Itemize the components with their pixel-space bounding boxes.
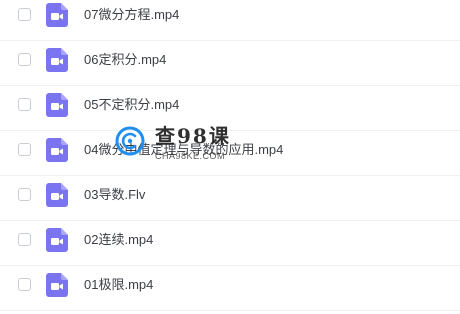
- video-file-icon: [46, 3, 68, 27]
- file-name[interactable]: 01极限.mp4: [84, 277, 153, 293]
- list-item[interactable]: 05不定积分.mp4: [0, 86, 460, 131]
- video-file-icon: [46, 93, 68, 117]
- list-item[interactable]: 06定积分.mp4: [0, 41, 460, 86]
- video-file-icon: [46, 228, 68, 252]
- select-checkbox[interactable]: [18, 53, 31, 66]
- select-checkbox[interactable]: [18, 98, 31, 111]
- file-name[interactable]: 02连续.mp4: [84, 232, 153, 248]
- list-item[interactable]: 01极限.mp4: [0, 266, 460, 311]
- file-name[interactable]: 06定积分.mp4: [84, 52, 166, 68]
- select-checkbox[interactable]: [18, 233, 31, 246]
- file-name[interactable]: 05不定积分.mp4: [84, 97, 179, 113]
- video-file-icon: [46, 183, 68, 207]
- list-item[interactable]: 03导数.Flv: [0, 176, 460, 221]
- video-file-icon: [46, 138, 68, 162]
- video-file-icon: [46, 48, 68, 72]
- list-item[interactable]: 02连续.mp4: [0, 221, 460, 266]
- list-item[interactable]: 07微分方程.mp4: [0, 0, 460, 41]
- list-item[interactable]: 04微分中值定理与导数的应用.mp4: [0, 131, 460, 176]
- select-checkbox[interactable]: [18, 143, 31, 156]
- file-name[interactable]: 04微分中值定理与导数的应用.mp4: [84, 142, 283, 158]
- file-name[interactable]: 03导数.Flv: [84, 187, 145, 203]
- select-checkbox[interactable]: [18, 8, 31, 21]
- file-name[interactable]: 07微分方程.mp4: [84, 7, 179, 23]
- select-checkbox[interactable]: [18, 188, 31, 201]
- select-checkbox[interactable]: [18, 278, 31, 291]
- file-list: 07微分方程.mp4 06定积分.mp4 05不定积分.mp4 04微分中值定理…: [0, 0, 460, 314]
- video-file-icon: [46, 273, 68, 297]
